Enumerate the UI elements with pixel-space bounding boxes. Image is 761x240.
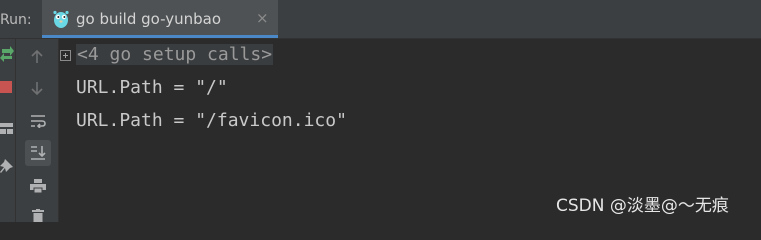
pin-icon[interactable] bbox=[0, 159, 13, 174]
close-icon[interactable]: × bbox=[256, 9, 269, 27]
watermark: CSDN @淡墨@～无痕 bbox=[556, 196, 729, 216]
scroll-to-end-icon bbox=[31, 146, 46, 160]
soft-wrap-icon[interactable] bbox=[30, 114, 46, 128]
run-label: Run: bbox=[0, 12, 32, 28]
tab-label: go build go-yunbao bbox=[76, 10, 222, 28]
stop-icon[interactable] bbox=[0, 81, 12, 93]
console-line: URL.Path = "/" bbox=[76, 77, 228, 98]
run-actions-toolbar bbox=[0, 39, 16, 222]
expand-fold-icon[interactable] bbox=[60, 50, 71, 61]
tab-go-build[interactable]: go build go-yunbao × bbox=[42, 0, 278, 38]
run-tool-window-header: Run: go build go-yunbao × bbox=[0, 0, 761, 39]
up-arrow-icon[interactable] bbox=[31, 50, 43, 64]
console-line: URL.Path = "/favicon.ico" bbox=[76, 110, 347, 131]
scroll-to-end-button[interactable] bbox=[25, 140, 51, 166]
down-arrow-icon[interactable] bbox=[31, 81, 43, 95]
console-actions-toolbar bbox=[16, 39, 59, 222]
gopher-icon bbox=[53, 10, 69, 28]
rerun-icon[interactable] bbox=[0, 46, 14, 62]
layout-icon[interactable] bbox=[0, 123, 13, 134]
print-icon[interactable] bbox=[30, 179, 46, 193]
trash-icon[interactable] bbox=[32, 209, 44, 222]
folded-setup-calls[interactable]: <4 go setup calls> bbox=[76, 44, 274, 65]
